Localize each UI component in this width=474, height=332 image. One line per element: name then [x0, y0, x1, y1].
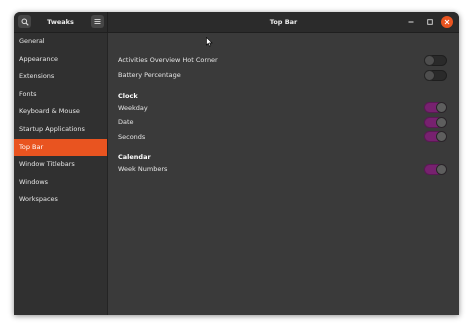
toggle-knob	[436, 102, 447, 113]
close-button[interactable]	[441, 16, 453, 28]
hamburger-menu-icon	[94, 19, 101, 24]
sidebar: General Appearance Extensions Fonts Keyb…	[14, 33, 108, 315]
sidebar-item-extensions[interactable]: Extensions	[14, 68, 107, 86]
battery-percentage-toggle[interactable]	[424, 70, 447, 81]
section-heading-clock: Clock	[118, 92, 138, 100]
sidebar-item-keyboard-mouse[interactable]: Keyboard & Mouse	[14, 103, 107, 121]
sidebar-item-windows[interactable]: Windows	[14, 174, 107, 192]
sidebar-item-startup-applications[interactable]: Startup Applications	[14, 121, 107, 139]
setting-label-battery-percentage: Battery Percentage	[118, 71, 181, 79]
minimize-button[interactable]	[405, 16, 417, 28]
setting-label-seconds: Seconds	[118, 133, 146, 141]
close-icon	[444, 19, 450, 25]
seconds-toggle[interactable]	[424, 131, 447, 142]
sidebar-item-workspaces[interactable]: Workspaces	[14, 191, 107, 209]
mouse-pointer-icon	[206, 37, 213, 47]
sidebar-item-general[interactable]: General	[14, 33, 107, 51]
toggle-knob	[436, 117, 447, 128]
section-heading-calendar: Calendar	[118, 153, 151, 161]
toggle-knob	[436, 164, 447, 175]
setting-label-date: Date	[118, 118, 134, 126]
minimize-icon	[408, 21, 414, 23]
toggle-knob	[424, 55, 435, 66]
week-numbers-toggle[interactable]	[424, 164, 447, 175]
menu-button[interactable]	[91, 15, 104, 28]
sidebar-item-appearance[interactable]: Appearance	[14, 51, 107, 69]
setting-label-hot-corner: Activities Overview Hot Corner	[118, 56, 218, 64]
hot-corner-toggle[interactable]	[424, 55, 447, 66]
sidebar-item-window-titlebars[interactable]: Window Titlebars	[14, 156, 107, 174]
date-toggle[interactable]	[424, 117, 447, 128]
setting-label-week-numbers: Week Numbers	[118, 165, 168, 173]
main-panel: Activities Overview Hot Corner Battery P…	[108, 33, 459, 315]
setting-label-weekday: Weekday	[118, 104, 148, 112]
sidebar-item-top-bar[interactable]: Top Bar	[14, 138, 107, 157]
toggle-knob	[424, 70, 435, 81]
maximize-icon	[427, 19, 433, 25]
toggle-knob	[436, 131, 447, 142]
header-bar: Tweaks Top Bar	[14, 12, 459, 33]
sidebar-item-fonts[interactable]: Fonts	[14, 86, 107, 104]
header-bar-left: Tweaks	[14, 12, 108, 32]
tweaks-window: Tweaks Top Bar General Appearance Extens…	[14, 12, 459, 315]
maximize-button[interactable]	[424, 16, 436, 28]
weekday-toggle[interactable]	[424, 102, 447, 113]
